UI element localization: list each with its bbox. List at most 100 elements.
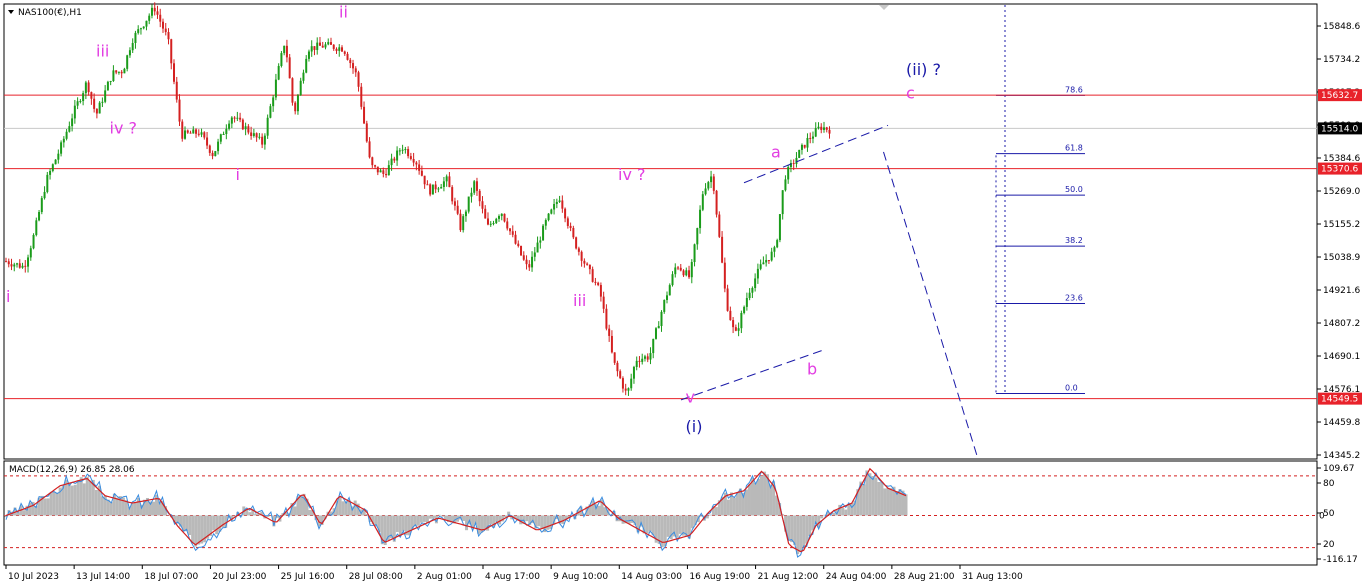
candle-body (561, 200, 564, 209)
wave-label: iii (96, 42, 109, 61)
candle-body (437, 188, 440, 190)
candle-body (624, 388, 627, 391)
candle-body (696, 228, 699, 245)
candle-body (349, 59, 352, 64)
candle-body (13, 264, 16, 267)
price-tick-label: 14345.2 (1323, 451, 1360, 461)
macd-title: MACD(12,26,9) 26.85 28.06 (9, 465, 135, 475)
candle-body (18, 263, 21, 268)
candle-body (90, 92, 93, 99)
candle-body (230, 117, 233, 124)
candle-body (748, 292, 751, 299)
macd-zero-label: 0 (1319, 511, 1325, 521)
candle-body (577, 248, 580, 252)
candle-body (632, 366, 635, 379)
candle-body (605, 308, 608, 329)
candle-body (776, 240, 779, 248)
candle-body (288, 57, 291, 79)
candle-body (800, 144, 803, 150)
candle-body (621, 378, 624, 389)
candle-body (646, 356, 649, 360)
candle-body (539, 240, 542, 243)
candle-body (321, 45, 324, 48)
candle-body (126, 55, 129, 69)
candle-body (376, 166, 379, 173)
price-tick-label: 14690.1 (1323, 352, 1360, 362)
candle-body (173, 63, 176, 82)
wave-label: iv ? (110, 119, 138, 138)
candle-body (280, 53, 283, 66)
candle-body (580, 251, 583, 261)
candle-body (528, 264, 531, 268)
candle-body (233, 117, 236, 119)
candle-body (822, 127, 825, 130)
candle-body (674, 267, 677, 275)
candle-body (7, 261, 10, 265)
candle-body (332, 44, 335, 49)
candle-body (572, 227, 575, 238)
candle-body (740, 312, 743, 329)
wave-label: c (906, 84, 915, 103)
price-tick-label: 15038.9 (1323, 253, 1360, 263)
candle-body (756, 268, 759, 279)
price-tick-label: 15384.6 (1323, 154, 1360, 164)
time-tick-label: 16 Aug 19:00 (689, 572, 750, 582)
candle-body (434, 184, 437, 190)
candle-body (497, 216, 500, 219)
price-tick-label: 15155.2 (1323, 220, 1360, 230)
candle-body (294, 102, 297, 112)
candle-body (360, 86, 363, 107)
candle-body (553, 203, 556, 210)
candle-body (442, 181, 445, 188)
candle-body (365, 123, 368, 142)
candle-body (51, 164, 54, 171)
candle-body (241, 119, 244, 130)
candle-body (817, 126, 820, 129)
candle-body (473, 181, 476, 193)
candle-body (544, 220, 547, 226)
wave-label: iii (573, 291, 586, 310)
candle-body (252, 133, 255, 136)
time-tick-label: 20 Jul 23:00 (212, 572, 266, 582)
candle-body (93, 98, 96, 109)
chart-canvas: 78.661.850.038.223.60.0 iiiiiv ?iii iv ?i… (0, 0, 1366, 588)
candle-body (462, 216, 465, 231)
candle-body (679, 267, 682, 271)
fib-level-label: 50.0 (1065, 185, 1083, 194)
candle-body (525, 259, 528, 265)
candle-body (542, 225, 545, 241)
candle-body (269, 106, 272, 118)
candle-body (29, 248, 32, 258)
candle-body (613, 352, 616, 363)
wave-label: a (771, 143, 781, 162)
candle-body (795, 157, 798, 164)
candle-body (101, 101, 104, 103)
price-tick-label: 14459.8 (1323, 418, 1360, 428)
candle-body (363, 106, 366, 124)
candle-body (368, 141, 371, 158)
candle-body (60, 142, 63, 154)
candle-body (5, 261, 7, 263)
candle-body (219, 134, 222, 142)
candle-body (128, 50, 131, 56)
price-tag-label: 15632.7 (1321, 91, 1358, 101)
candle-body (346, 53, 349, 60)
candle-body (84, 82, 87, 94)
candle-body (685, 270, 688, 276)
time-tick-label: 18 Jul 07:00 (144, 572, 198, 582)
candle-body (338, 47, 341, 51)
candle-body (652, 338, 655, 354)
candle-body (784, 179, 787, 191)
candle-body (591, 269, 594, 282)
candle-body (335, 48, 338, 51)
candle-body (354, 68, 357, 73)
wave-label: iv ? (618, 165, 646, 184)
candle-body (184, 130, 187, 139)
candle-body (396, 150, 399, 161)
candle-body (197, 133, 200, 135)
candle-body (305, 58, 308, 73)
candle-body (409, 156, 412, 159)
candle-body (616, 362, 619, 372)
time-tick-label: 4 Aug 17:00 (485, 572, 540, 582)
time-tick-label: 21 Aug 12:00 (758, 572, 819, 582)
